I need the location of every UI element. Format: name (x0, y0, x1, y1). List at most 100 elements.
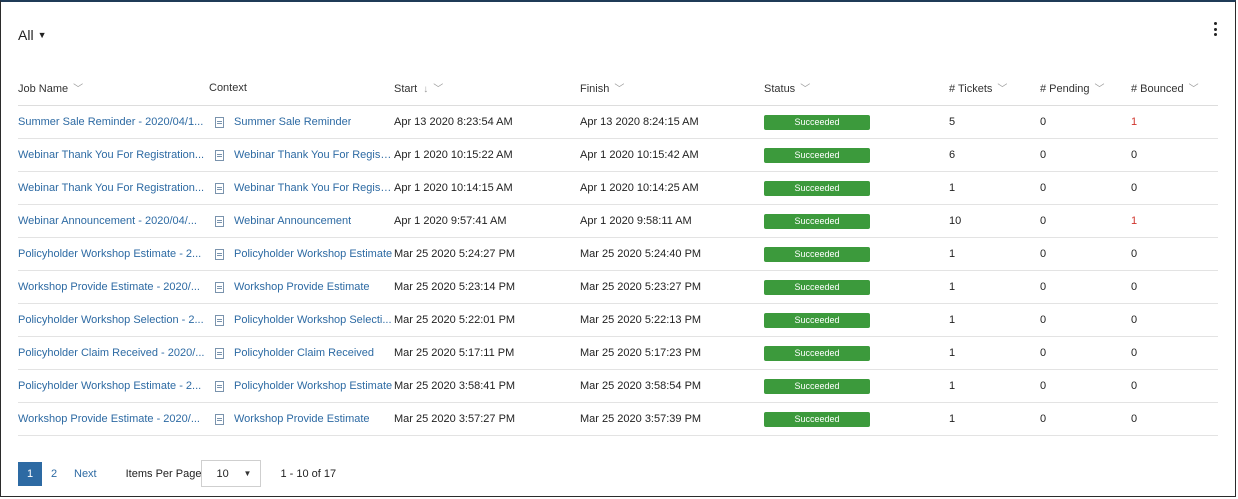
job-name-link[interactable]: Workshop Provide Estimate - 2020/... (18, 270, 209, 304)
chevron-down-icon: ﹀ (1188, 84, 1199, 95)
context-cell: Policyholder Workshop Estimate (209, 369, 394, 403)
document-icon (215, 314, 224, 326)
bounced-cell: 1 (1131, 105, 1218, 139)
start-cell: Mar 25 2020 5:24:27 PM (394, 237, 580, 271)
caret-down-icon: ▼ (37, 30, 47, 40)
context-cell: Policyholder Workshop Estimate (209, 237, 394, 271)
job-name-link[interactable]: Summer Sale Reminder - 2020/04/1... (18, 105, 209, 139)
job-name-link[interactable]: Webinar Thank You For Registration... (18, 138, 209, 172)
tickets-cell: 5 (949, 105, 1040, 139)
start-cell: Apr 1 2020 10:14:15 AM (394, 171, 580, 205)
bounced-cell: 0 (1131, 270, 1218, 304)
col-pending[interactable]: # Pending ﹀ (1040, 70, 1131, 106)
start-cell: Mar 25 2020 5:22:01 PM (394, 303, 580, 337)
view-filter-dropdown[interactable]: All ▼ (18, 27, 46, 43)
document-icon (215, 380, 224, 392)
job-name-link[interactable]: Policyholder Claim Received - 2020/... (18, 336, 209, 370)
table-row: Webinar Announcement - 2020/04/... Webina… (18, 204, 1218, 238)
job-name-link[interactable]: Webinar Thank You For Registration... (18, 171, 209, 205)
status-cell: Succeeded (764, 204, 949, 238)
bounced-cell: 0 (1131, 369, 1218, 403)
context-label: Policyholder Workshop Selecti... (234, 314, 392, 326)
context-label: Policyholder Claim Received (234, 347, 375, 359)
table-row: Summer Sale Reminder - 2020/04/1... Summe… (18, 105, 1218, 139)
context-label: Workshop Provide Estimate (234, 281, 370, 293)
items-per-page-value: 10 (216, 467, 229, 480)
pending-cell: 0 (1040, 270, 1131, 304)
finish-cell: Mar 25 2020 5:23:27 PM (580, 270, 764, 304)
start-cell: Apr 13 2020 8:23:54 AM (394, 105, 580, 139)
bounced-cell: 0 (1131, 138, 1218, 172)
pagination: 1 2 Next Items Per Page 10 ▼ 1 - 10 of 1… (18, 460, 336, 487)
context-link[interactable]: Workshop Provide Estimate (209, 413, 394, 425)
col-bounced[interactable]: # Bounced ﹀ (1131, 70, 1218, 106)
tickets-cell: 1 (949, 303, 1040, 337)
pending-cell: 0 (1040, 204, 1131, 238)
chevron-down-icon: ﹀ (614, 84, 625, 95)
context-link[interactable]: Policyholder Workshop Estimate (209, 248, 394, 260)
status-cell: Succeeded (764, 237, 949, 271)
bounced-cell: 0 (1131, 237, 1218, 271)
view-filter-label: All (18, 27, 34, 43)
context-link[interactable]: Webinar Thank You For Registr... (209, 182, 394, 194)
col-finish[interactable]: Finish ﹀ (580, 70, 764, 106)
tickets-cell: 1 (949, 402, 1040, 436)
pending-cell: 0 (1040, 402, 1131, 436)
context-link[interactable]: Webinar Announcement (209, 215, 394, 227)
status-badge: Succeeded (764, 345, 870, 361)
context-link[interactable]: Webinar Thank You For Registr... (209, 149, 394, 161)
finish-cell: Apr 1 2020 10:15:42 AM (580, 138, 764, 172)
finish-cell: Apr 1 2020 9:58:11 AM (580, 204, 764, 238)
pending-cell: 0 (1040, 237, 1131, 271)
context-cell: Summer Sale Reminder (209, 105, 394, 139)
context-label: Webinar Announcement (234, 215, 352, 227)
col-job-name[interactable]: Job Name ﹀ (18, 70, 209, 106)
context-link[interactable]: Policyholder Claim Received (209, 347, 394, 359)
job-name-link[interactable]: Policyholder Workshop Estimate - 2... (18, 369, 209, 403)
job-name-link[interactable]: Webinar Announcement - 2020/04/... (18, 204, 209, 238)
document-icon (215, 347, 224, 359)
start-cell: Mar 25 2020 5:17:11 PM (394, 336, 580, 370)
job-name-link[interactable]: Workshop Provide Estimate - 2020/... (18, 402, 209, 436)
items-per-page-select[interactable]: 10 ▼ (201, 460, 262, 487)
next-page-link[interactable]: Next (74, 468, 97, 480)
bounced-cell: 0 (1131, 402, 1218, 436)
context-link[interactable]: Policyholder Workshop Estimate (209, 380, 394, 392)
bounced-cell: 1 (1131, 204, 1218, 238)
document-icon (215, 281, 224, 293)
kebab-menu-icon[interactable] (1211, 22, 1219, 36)
start-cell: Mar 25 2020 3:57:27 PM (394, 402, 580, 436)
status-cell: Succeeded (764, 369, 949, 403)
job-name-link[interactable]: Policyholder Workshop Estimate - 2... (18, 237, 209, 271)
table-header-row: Job Name ﹀ Context Start ↓ ﹀ Finish ﹀ Status… (18, 70, 1218, 106)
document-icon (215, 182, 224, 194)
status-badge: Succeeded (764, 279, 870, 295)
chevron-down-icon: ﹀ (1094, 84, 1105, 95)
col-tickets[interactable]: # Tickets ﹀ (949, 70, 1040, 106)
tickets-cell: 6 (949, 138, 1040, 172)
finish-cell: Apr 1 2020 10:14:25 AM (580, 171, 764, 205)
page-button-2[interactable]: 2 (42, 462, 66, 486)
job-name-link[interactable]: Policyholder Workshop Selection - 2... (18, 303, 209, 337)
table-row: Workshop Provide Estimate - 2020/... Work… (18, 402, 1218, 436)
col-start[interactable]: Start ↓ ﹀ (394, 70, 580, 106)
status-badge: Succeeded (764, 411, 870, 427)
context-cell: Webinar Announcement (209, 204, 394, 238)
col-status[interactable]: Status ﹀ (764, 70, 949, 106)
page-button-1[interactable]: 1 (18, 461, 42, 486)
context-link[interactable]: Summer Sale Reminder (209, 116, 394, 128)
table-row: Policyholder Workshop Estimate - 2... Pol… (18, 369, 1218, 403)
context-link[interactable]: Policyholder Workshop Selecti... (209, 314, 394, 326)
pending-cell: 0 (1040, 138, 1131, 172)
chevron-down-icon: ﹀ (433, 84, 444, 95)
status-cell: Succeeded (764, 303, 949, 337)
context-cell: Workshop Provide Estimate (209, 270, 394, 304)
context-link[interactable]: Workshop Provide Estimate (209, 281, 394, 293)
finish-cell: Mar 25 2020 5:22:13 PM (580, 303, 764, 337)
tickets-cell: 1 (949, 171, 1040, 205)
document-icon (215, 413, 224, 425)
document-icon (215, 116, 224, 128)
context-label: Summer Sale Reminder (234, 116, 352, 128)
status-badge: Succeeded (764, 378, 870, 394)
arrow-down-icon: ↓ (423, 84, 429, 95)
